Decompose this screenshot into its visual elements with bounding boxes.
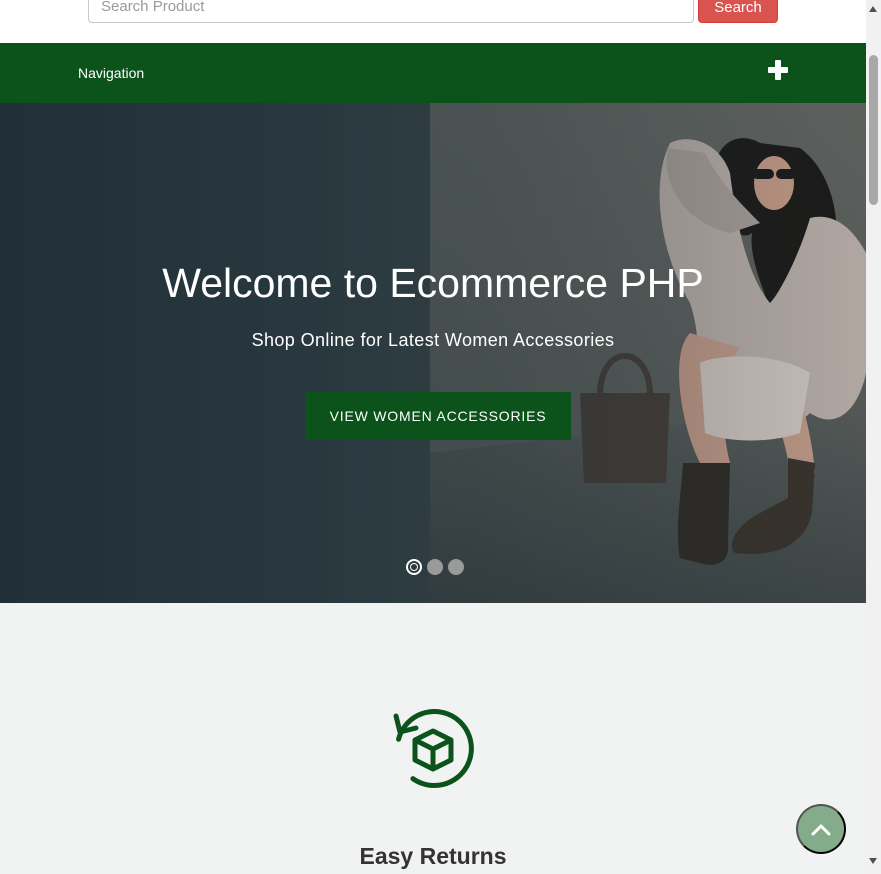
scrollbar[interactable] [866,0,881,874]
scroll-down-arrow-icon[interactable] [869,858,877,864]
plus-icon[interactable] [768,60,788,80]
top-search-bar: Search [0,0,866,43]
view-women-accessories-button[interactable]: VIEW WOMEN ACCESSORIES [305,392,571,440]
scroll-up-arrow-icon[interactable] [869,6,877,12]
scrollbar-thumb[interactable] [869,55,878,205]
hero-overlay [0,103,866,603]
navigation-bar: Navigation [0,43,866,103]
feature-title-easy-returns: Easy Returns [359,843,507,869]
search-button[interactable]: Search [698,0,778,23]
features-section: Easy Returns [0,603,866,874]
carousel-indicators [406,559,464,575]
back-to-top-button[interactable] [796,804,846,854]
hero-title: Welcome to Ecommerce PHP [162,260,704,306]
hero-subtitle: Shop Online for Latest Women Accessories [251,330,615,350]
chevron-up-icon [811,824,831,836]
carousel-dot-1[interactable] [406,559,422,575]
search-input[interactable] [88,0,694,23]
hero-carousel: Welcome to Ecommerce PHP Shop Online for… [0,103,866,603]
carousel-dot-3[interactable] [448,559,464,575]
box-return-icon [393,709,474,788]
carousel-dot-2[interactable] [427,559,443,575]
navigation-label: Navigation [78,65,145,81]
